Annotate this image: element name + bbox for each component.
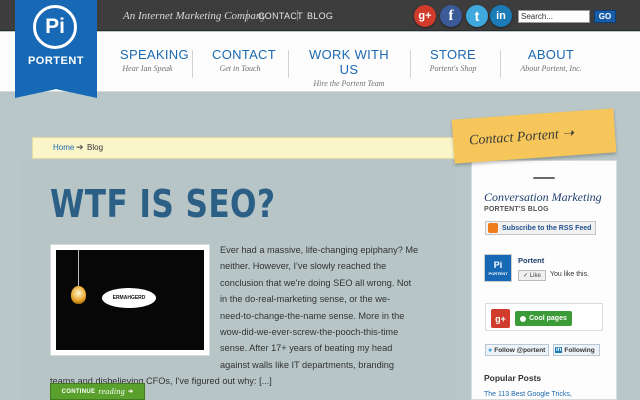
excerpt-line: Ever had a massive, life-changing epipha… (220, 245, 419, 255)
excerpt-line: need-to-change-the-name sense. More in t… (220, 310, 405, 321)
google-plus-box: g+ Cool pages (485, 303, 603, 331)
nav-subtitle: Hire the Portent Team (313, 79, 385, 88)
nav-divider (192, 50, 193, 78)
facebook-icon[interactable]: f (440, 5, 462, 27)
nav-subtitle: Get in Touch (219, 64, 261, 73)
nav-title: SPEAKING (120, 47, 189, 62)
top-separator: | (246, 9, 249, 21)
continue-reading-button[interactable]: CONTINUE reading ➔ (50, 383, 145, 400)
nav-subtitle: About Portent, Inc. (520, 64, 582, 73)
search-input[interactable] (518, 10, 590, 23)
tagline: An Internet Marketing Company (123, 10, 267, 22)
google-plus-icon[interactable]: g+ (414, 5, 436, 27)
top-link-blog[interactable]: BLOG (307, 11, 333, 21)
nav-item-about[interactable]: ABOUT About Portent, Inc. (516, 47, 586, 73)
like-button[interactable]: ✓ Like (518, 270, 546, 281)
nav-item-work-with-us[interactable]: WORK WITH US Hire the Portent Team (304, 47, 394, 88)
excerpt-line: neither. However, I've slowly reached th… (220, 261, 387, 272)
breadcrumb-current: Blog (87, 143, 104, 152)
rss-subscribe-button[interactable]: Subscribe to the RSS Feed (485, 221, 596, 235)
google-plus-icon[interactable]: g+ (491, 309, 510, 328)
nav-item-speaking[interactable]: SPEAKING Hear Ian Speak (120, 47, 189, 73)
excerpt-line: in the do-real-marketing sense, or the w… (220, 294, 391, 305)
sidebar-subtitle: PORTENT'S BLOG (484, 206, 549, 213)
nav-title: ABOUT (527, 47, 575, 62)
breadcrumb-home-link[interactable]: Home (53, 143, 74, 152)
rss-icon (488, 223, 498, 233)
linkedin-follow-label: Following (564, 346, 595, 354)
continue-em: reading (98, 387, 126, 396)
excerpt-line: sense. After 17+ years of beating my hea… (220, 343, 393, 354)
avatar-label: PORTENT (488, 270, 508, 276)
contact-portent-note[interactable]: Contact Portent ➝ (451, 108, 617, 164)
twitter-bird-icon: ● (488, 346, 493, 354)
popular-posts-heading: Popular Posts (484, 373, 542, 383)
cool-pages-label: Cool pages (529, 315, 567, 322)
twitter-follow-label: Follow @portent (494, 346, 546, 354)
rss-label: Subscribe to the RSS Feed (502, 224, 592, 232)
nav-item-store[interactable]: STORE Portent's Shop (424, 47, 482, 73)
cool-pages-button[interactable]: Cool pages (515, 311, 572, 326)
avatar-mark: Pi (493, 259, 503, 270)
post-title[interactable]: WTF IS SEO? (50, 182, 275, 226)
portent-logo[interactable]: Pi PORTENT (15, 0, 97, 98)
linkedin-icon[interactable]: in (490, 5, 512, 27)
arrow-right-icon: ➔ (128, 389, 134, 395)
nav-subtitle: Portent's Shop (429, 64, 477, 73)
post-thumbnail[interactable]: ERMAHGERD (50, 244, 210, 356)
continue-label: CONTINUE (61, 388, 96, 395)
facebook-page-name[interactable]: Portent (518, 256, 544, 265)
lightbulb-icon (71, 286, 86, 304)
linkedin-follow-button[interactable]: in Following (553, 344, 600, 356)
main-content: WTF IS SEO? Ever had a massive, life-cha… (22, 160, 457, 400)
bulb-wire (78, 250, 79, 286)
lightbulb-image: ERMAHGERD (56, 250, 204, 350)
top-separator: | (296, 9, 299, 21)
popular-post-link[interactable]: The 113 Best Google Tricks, (484, 391, 572, 398)
nav-title: CONTACT (212, 47, 276, 62)
sidebar-title: Conversation Marketing (484, 190, 602, 204)
check-icon (520, 315, 527, 322)
breadcrumb-arrow-icon: ➔ (76, 142, 84, 152)
speech-bubble: ERMAHGERD (102, 288, 156, 308)
nav-divider (410, 50, 411, 78)
nav-divider (288, 50, 289, 78)
twitter-follow-button[interactable]: ● Follow @portent (485, 344, 549, 356)
breadcrumb: Home ➔ Blog (32, 137, 462, 159)
linkedin-icon: in (555, 347, 563, 353)
excerpt-line: conclusion that we're doing SEO all wron… (220, 277, 412, 288)
facebook-like-box: Pi PORTENT Portent ✓ Like You like this. (484, 250, 604, 290)
nav-subtitle: Hear Ian Speak (122, 64, 173, 73)
nav-divider (500, 50, 501, 78)
like-status: You like this. (550, 271, 590, 278)
nav-title: WORK WITH US (309, 47, 389, 77)
nav-title: STORE (429, 47, 477, 62)
excerpt-line: against walls like IT departments, brand… (220, 359, 394, 370)
logo-mark: Pi (33, 5, 77, 49)
search-go-button[interactable]: GO (594, 10, 616, 23)
twitter-icon[interactable]: t (466, 5, 488, 27)
contact-note-label: Contact Portent ➝ (468, 125, 575, 149)
portent-avatar[interactable]: Pi PORTENT (484, 254, 512, 282)
pin-icon (533, 177, 555, 179)
logo-name: PORTENT (27, 55, 85, 67)
excerpt-line: wow-did-we-ever-screw-the-pooch-this-tim… (220, 327, 399, 337)
nav-item-contact[interactable]: CONTACT Get in Touch (212, 47, 276, 73)
